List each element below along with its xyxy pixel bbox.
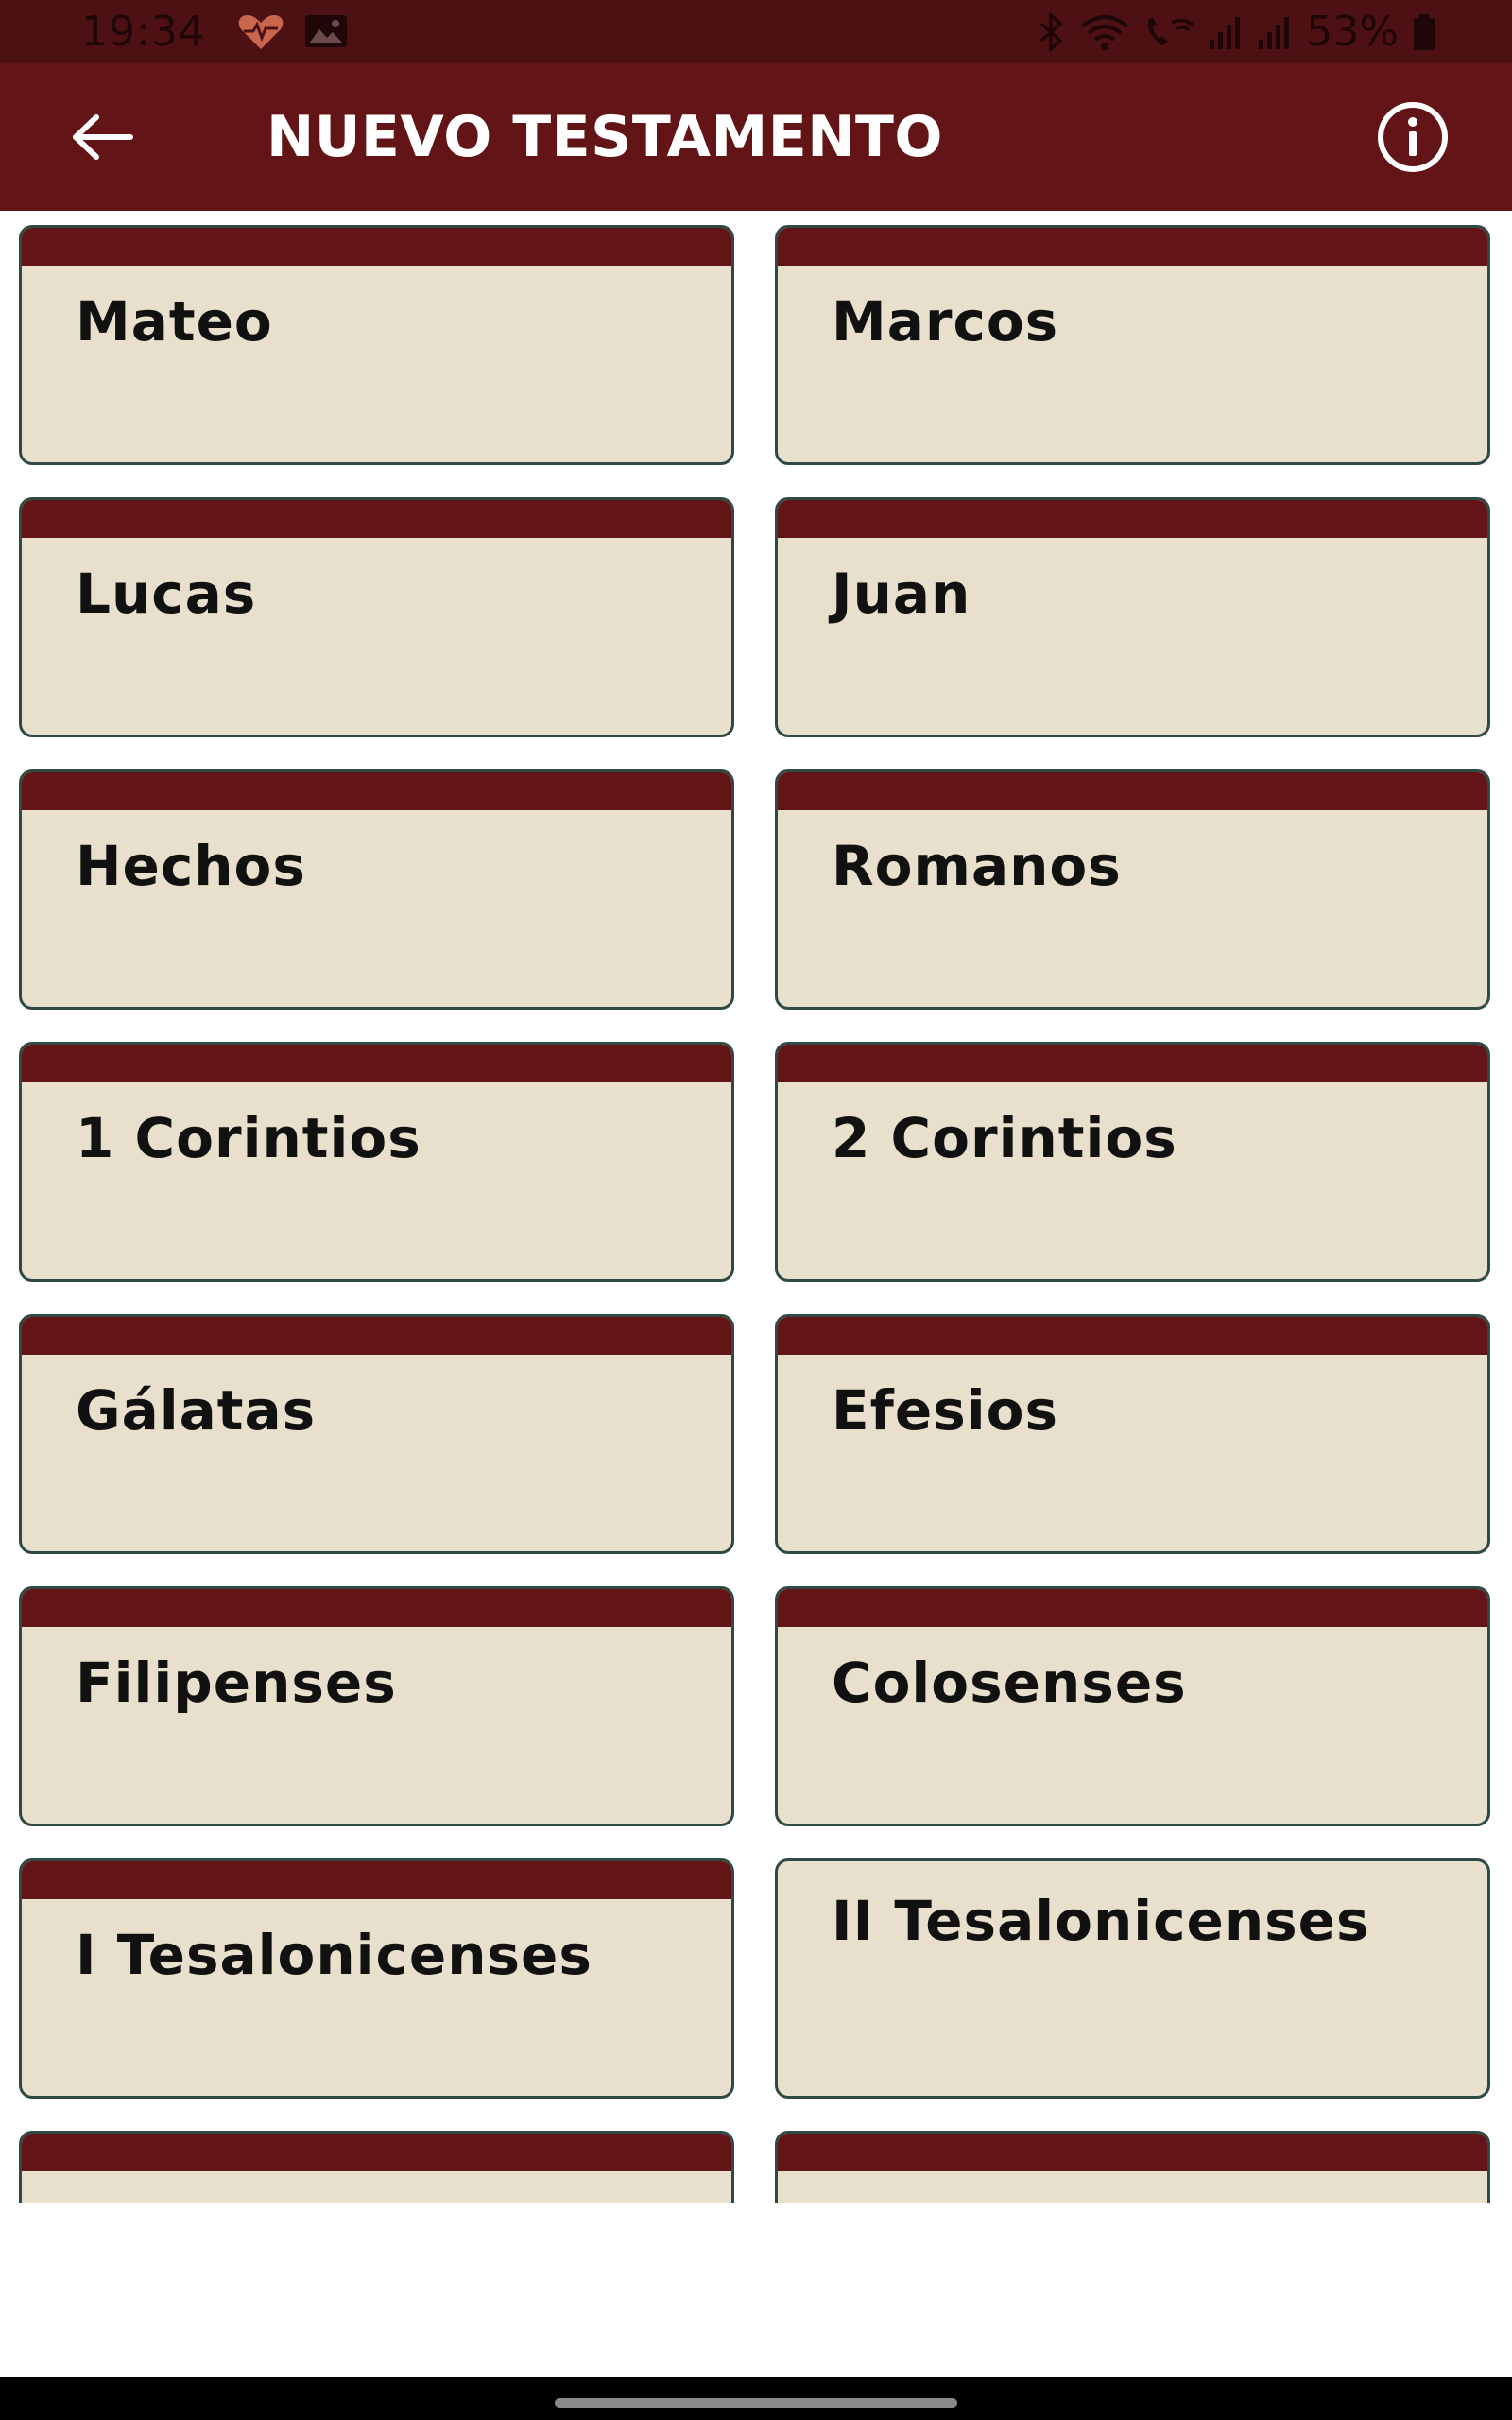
book-title: I Tesalonicenses [76, 1923, 593, 1987]
book-title: Efesios [832, 1378, 1058, 1443]
book-title: Marcos [832, 289, 1059, 354]
arrow-left-icon [73, 114, 133, 160]
book-card-i-tesalonicenses[interactable]: I Tesalonicenses [19, 1858, 734, 2099]
book-card-marcos[interactable]: Marcos [775, 225, 1490, 465]
battery-percentage: 53% [1306, 8, 1399, 56]
book-card-juan[interactable]: Juan [775, 497, 1490, 737]
book-title: Romanos [832, 834, 1122, 898]
wifi-calling-icon [1143, 13, 1194, 51]
book-title: 1 Corintios [76, 1106, 421, 1170]
book-title: Colosenses [832, 1651, 1187, 1715]
bluetooth-icon [1038, 13, 1066, 51]
signal-icon [1257, 13, 1293, 51]
book-card-hechos[interactable]: Hechos [19, 769, 734, 1010]
back-button[interactable] [57, 101, 147, 173]
info-button[interactable] [1361, 101, 1465, 173]
book-title: Juan [832, 562, 971, 626]
app-bar: NUEVO TESTAMENTO [0, 63, 1512, 211]
book-card-ii-tesalonicenses[interactable]: II Tesalonicenses [775, 1858, 1490, 2099]
card-header-band [778, 2134, 1487, 2171]
card-header-band [778, 1589, 1487, 1627]
card-header-band [22, 1861, 731, 1899]
signal-icon [1208, 13, 1244, 51]
info-circle-icon [1378, 102, 1448, 172]
book-card-romanos[interactable]: Romanos [775, 769, 1490, 1010]
status-bar: 19:34 53% [0, 0, 1512, 63]
book-card-partial[interactable] [775, 2131, 1490, 2203]
book-title: II Tesalonicenses [832, 1889, 1370, 1953]
system-navigation-bar [0, 2377, 1512, 2420]
card-header-band [778, 772, 1487, 810]
empty-footer-area [0, 2203, 1512, 2377]
card-header-band [22, 500, 731, 538]
book-card-1-corintios[interactable]: 1 Corintios [19, 1042, 734, 1282]
card-header-band [778, 1045, 1487, 1082]
book-card-2-corintios[interactable]: 2 Corintios [775, 1042, 1490, 1282]
battery-icon [1412, 13, 1436, 51]
gallery-icon [304, 14, 348, 48]
book-card-filipenses[interactable]: Filipenses [19, 1586, 734, 1826]
page-title: NUEVO TESTAMENTO [266, 104, 943, 170]
book-title: Filipenses [76, 1651, 397, 1715]
card-header-band [778, 228, 1487, 266]
book-title: Mateo [76, 289, 273, 354]
wifi-icon [1079, 13, 1130, 51]
card-header-band [22, 228, 731, 266]
status-icons: 53% [1038, 6, 1436, 59]
card-header-band [22, 1045, 731, 1082]
card-header-band [22, 1317, 731, 1355]
book-card-colosenses[interactable]: Colosenses [775, 1586, 1490, 1826]
book-title: Hechos [76, 834, 306, 898]
book-card-partial[interactable] [19, 2131, 734, 2203]
book-card-mateo[interactable]: Mateo [19, 225, 734, 465]
card-header-band [22, 772, 731, 810]
card-header-band [778, 500, 1487, 538]
book-card-efesios[interactable]: Efesios [775, 1314, 1490, 1554]
card-header-band [22, 2134, 731, 2171]
heart-monitor-icon [236, 13, 285, 51]
status-time: 19:34 [81, 8, 206, 56]
card-header-band [22, 1589, 731, 1627]
book-card-lucas[interactable]: Lucas [19, 497, 734, 737]
book-title: Gálatas [76, 1378, 317, 1443]
card-header-band [778, 1317, 1487, 1355]
book-grid: Mateo Marcos Lucas Juan Hechos Romanos 1… [0, 211, 1512, 2203]
book-card-galatas[interactable]: Gálatas [19, 1314, 734, 1554]
book-title: 2 Corintios [832, 1106, 1177, 1170]
home-indicator[interactable] [555, 2398, 957, 2408]
book-title: Lucas [76, 562, 257, 626]
